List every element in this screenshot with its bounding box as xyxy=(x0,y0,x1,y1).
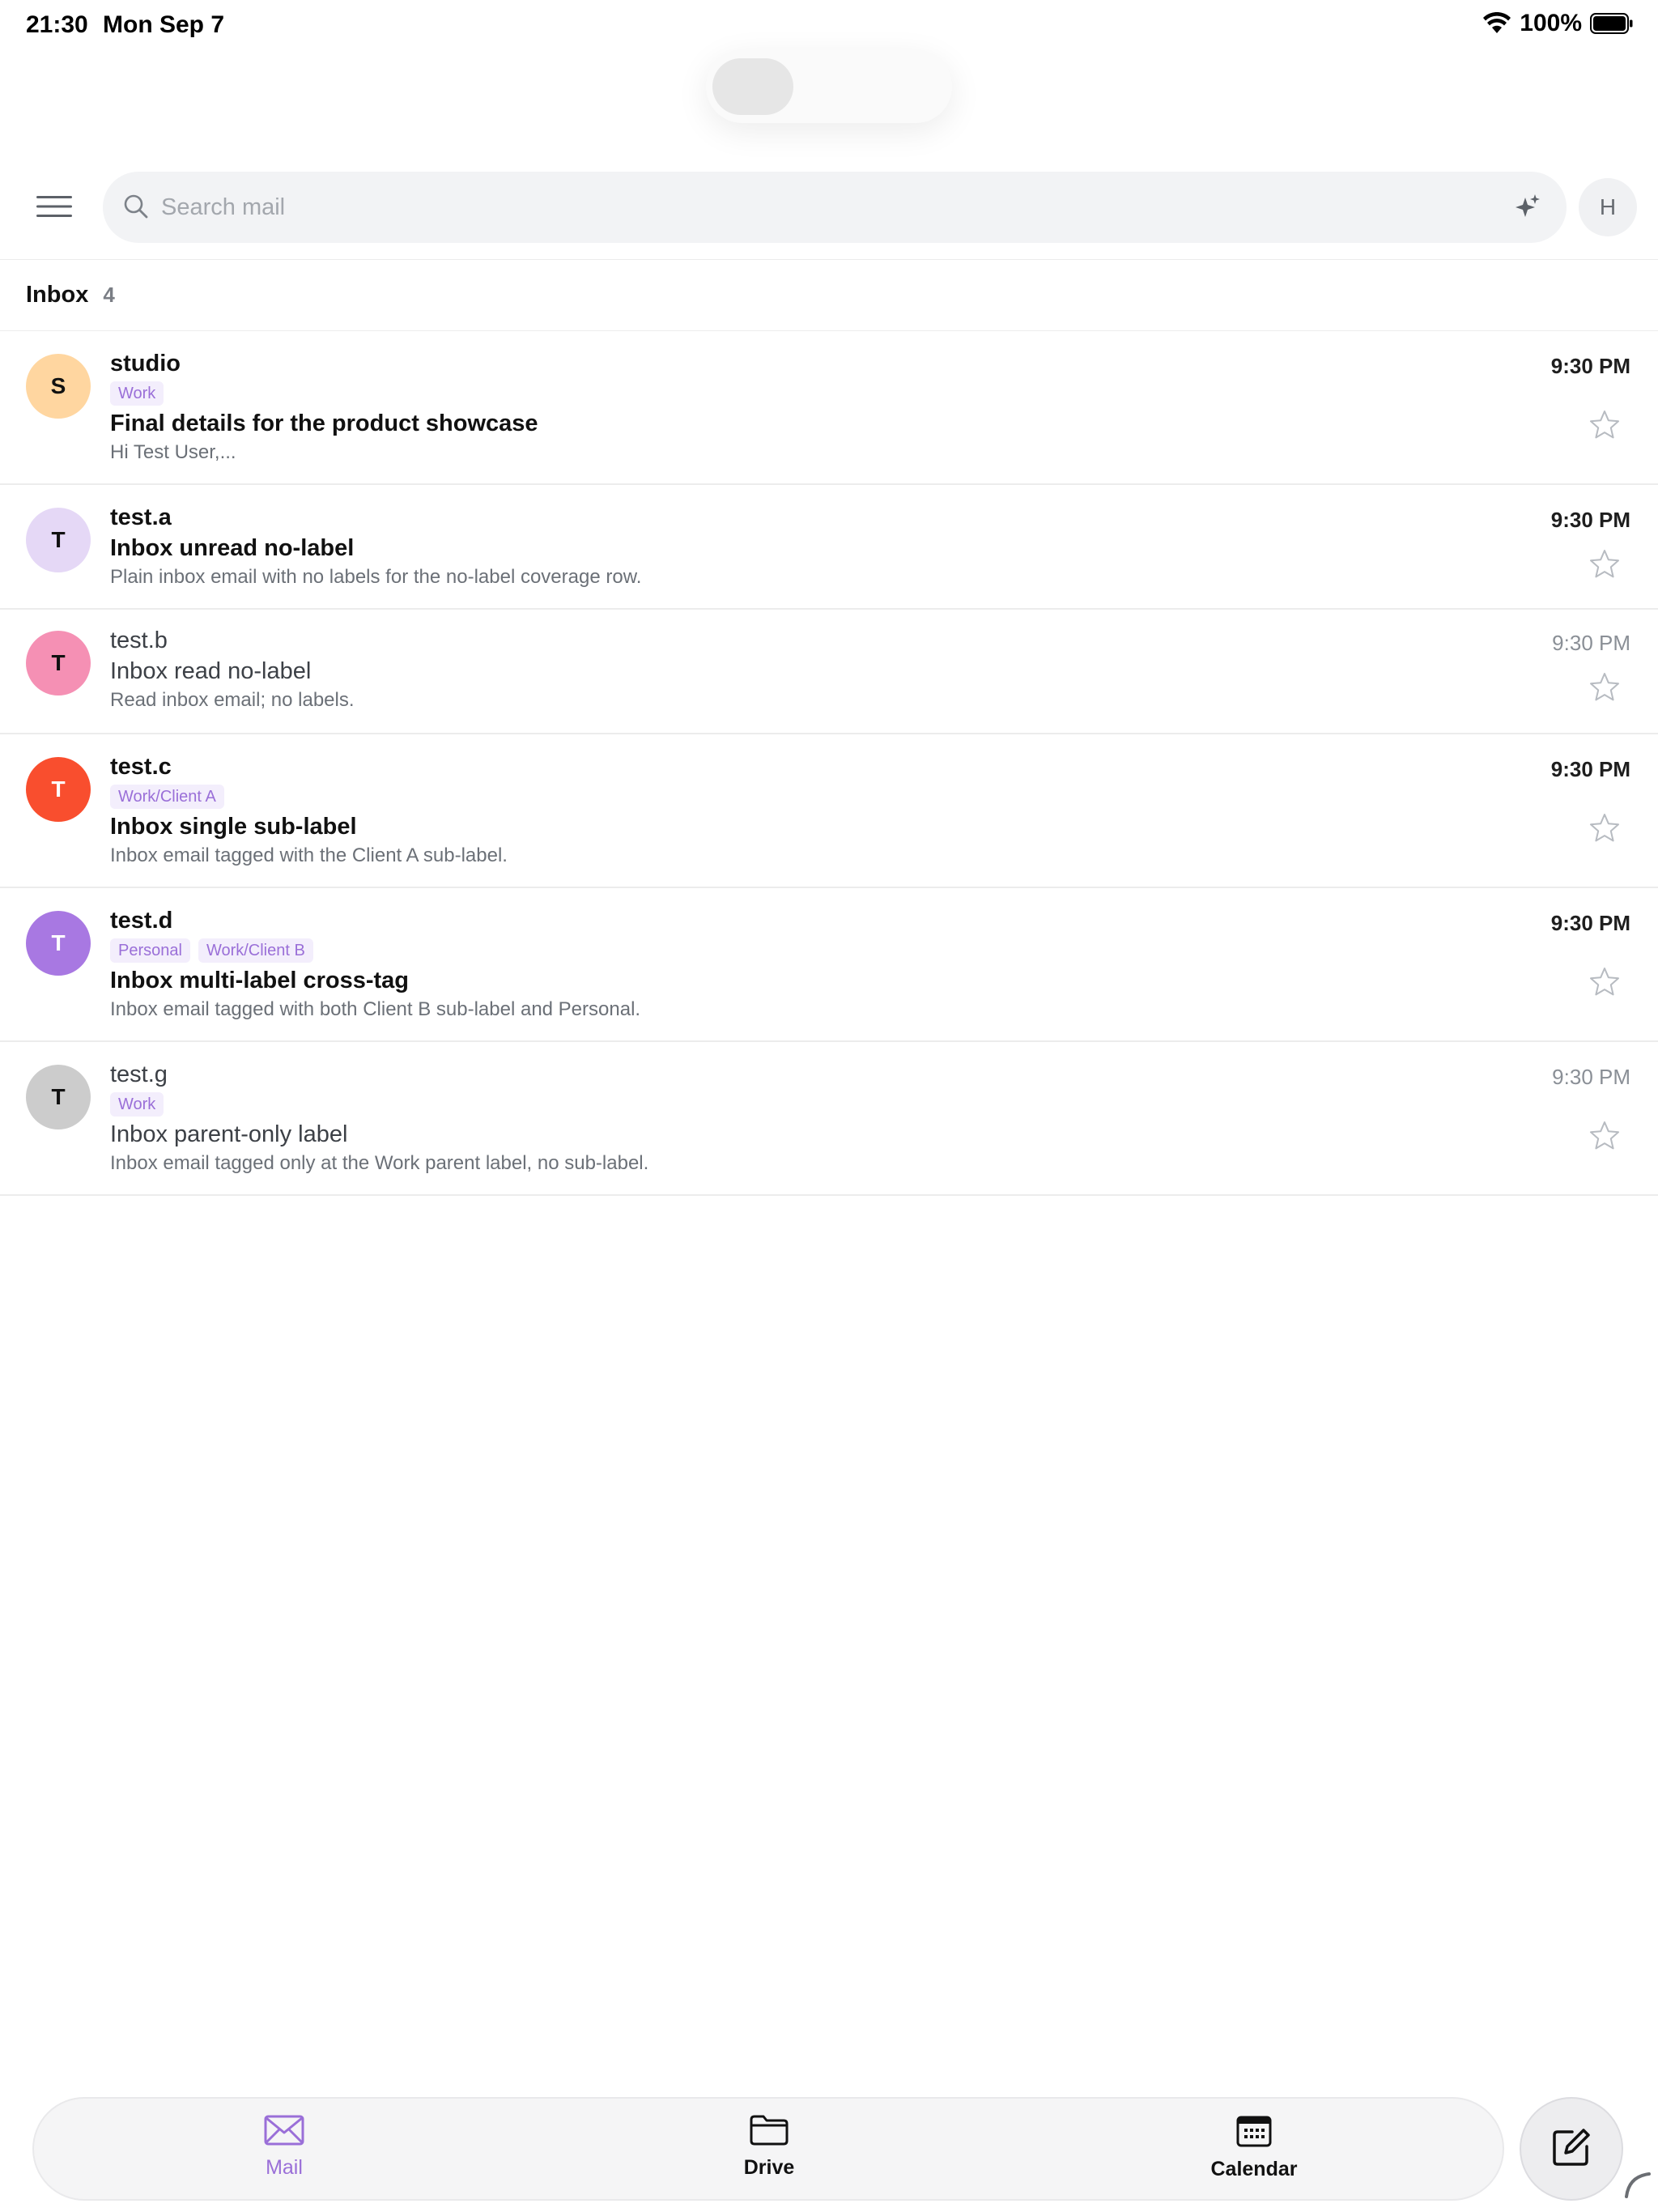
star-icon[interactable] xyxy=(1588,548,1621,581)
email-list: S studio 9:30 PM Work Final details for … xyxy=(0,331,1658,1196)
tab-calendar-label: Calendar xyxy=(1210,2158,1298,2180)
label-chip[interactable]: Work xyxy=(110,381,164,406)
folder-icon xyxy=(750,2115,789,2150)
email-row[interactable]: T test.g 9:30 PM Work Inbox parent-only … xyxy=(0,1042,1658,1196)
label-chip[interactable]: Work/Client A xyxy=(110,785,224,809)
tab-drive[interactable]: Drive xyxy=(688,2115,850,2188)
status-bar: 21:30 Mon Sep 7 100% xyxy=(0,0,1658,52)
email-row[interactable]: T test.b 9:30 PM Inbox read no-label Rea… xyxy=(0,610,1658,734)
email-subject: Inbox single sub-label xyxy=(110,814,357,840)
status-time: 21:30 xyxy=(26,11,88,38)
label-chip[interactable]: Personal xyxy=(110,938,190,963)
label-list: Personal Work/Client B xyxy=(110,938,313,963)
status-date: Mon Sep 7 xyxy=(103,11,225,38)
sender-name: test.d xyxy=(110,908,173,934)
star-icon[interactable] xyxy=(1588,812,1621,844)
label-chip[interactable]: Work/Client B xyxy=(198,938,313,963)
sender-avatar: S xyxy=(26,354,91,419)
sender-name: test.b xyxy=(110,627,168,653)
label-list: Work/Client A xyxy=(110,785,224,809)
menu-button[interactable] xyxy=(29,183,79,233)
email-time: 9:30 PM xyxy=(1550,911,1630,935)
sender-avatar: T xyxy=(26,1065,91,1129)
sender-avatar: T xyxy=(26,757,91,822)
email-snippet: Hi Test User,... xyxy=(110,441,236,463)
sender-avatar: T xyxy=(26,508,91,572)
email-time: 9:30 PM xyxy=(1550,354,1630,378)
status-indicators: 100% xyxy=(1482,10,1634,37)
wifi-icon xyxy=(1482,12,1511,35)
email-row[interactable]: T test.d 9:30 PM Personal Work/Client B … xyxy=(0,888,1658,1042)
account-avatar[interactable]: H xyxy=(1579,178,1637,236)
battery-percentage: 100% xyxy=(1520,10,1582,36)
search-bar[interactable] xyxy=(103,172,1567,243)
email-snippet: Plain inbox email with no labels for the… xyxy=(110,566,642,588)
compose-icon xyxy=(1551,2127,1592,2172)
email-time: 9:30 PM xyxy=(1552,631,1630,655)
sparkle-icon[interactable] xyxy=(1513,193,1542,226)
mail-icon xyxy=(264,2115,304,2150)
label-chip[interactable]: Work xyxy=(110,1092,164,1117)
hamburger-icon xyxy=(36,195,72,222)
email-snippet: Inbox email tagged with both Client B su… xyxy=(110,998,641,1020)
email-subject: Inbox read no-label xyxy=(110,658,312,684)
sender-avatar: T xyxy=(26,911,91,976)
multitasking-control[interactable] xyxy=(706,50,952,123)
star-icon[interactable] xyxy=(1588,1120,1621,1152)
email-subject: Inbox multi-label cross-tag xyxy=(110,968,409,993)
email-time: 9:30 PM xyxy=(1550,757,1630,781)
divider xyxy=(0,259,1658,260)
email-row[interactable]: S studio 9:30 PM Work Final details for … xyxy=(0,331,1658,485)
label-list: Work xyxy=(110,1092,164,1117)
email-subject: Final details for the product showcase xyxy=(110,410,538,436)
battery-icon xyxy=(1590,13,1634,34)
email-subject: Inbox unread no-label xyxy=(110,535,355,561)
sender-name: test.a xyxy=(110,504,172,530)
sender-name: test.g xyxy=(110,1061,168,1087)
sender-name: studio xyxy=(110,351,181,376)
calendar-icon xyxy=(1236,2115,1272,2151)
search-input[interactable] xyxy=(161,183,1456,232)
multitasking-knob xyxy=(712,58,793,115)
star-icon[interactable] xyxy=(1588,409,1621,441)
search-icon xyxy=(122,193,150,224)
email-subject: Inbox parent-only label xyxy=(110,1121,348,1147)
tab-drive-label: Drive xyxy=(743,2156,795,2179)
tab-mail[interactable]: Mail xyxy=(203,2115,365,2188)
resize-handle-icon[interactable] xyxy=(1624,2172,1652,2203)
label-list: Work xyxy=(110,381,164,406)
email-row[interactable]: T test.a 9:30 PM Inbox unread no-label P… xyxy=(0,485,1658,610)
sender-avatar: T xyxy=(26,631,91,696)
bottom-tab-bar: Mail Drive Calendar xyxy=(32,2097,1504,2201)
email-snippet: Inbox email tagged only at the Work pare… xyxy=(110,1152,649,1174)
star-icon[interactable] xyxy=(1588,966,1621,998)
page-title: Inbox xyxy=(26,282,89,308)
email-snippet: Inbox email tagged with the Client A sub… xyxy=(110,844,508,866)
sender-name: test.c xyxy=(110,754,172,780)
inbox-header: Inbox 4 xyxy=(26,282,115,308)
email-time: 9:30 PM xyxy=(1552,1065,1630,1089)
inbox-count: 4 xyxy=(103,283,115,307)
email-time: 9:30 PM xyxy=(1550,508,1630,532)
compose-button[interactable] xyxy=(1520,2097,1623,2201)
email-snippet: Read inbox email; no labels. xyxy=(110,689,355,711)
email-row[interactable]: T test.c 9:30 PM Work/Client A Inbox sin… xyxy=(0,734,1658,888)
tab-calendar[interactable]: Calendar xyxy=(1173,2115,1335,2188)
star-icon[interactable] xyxy=(1588,671,1621,704)
tab-mail-label: Mail xyxy=(266,2156,303,2179)
